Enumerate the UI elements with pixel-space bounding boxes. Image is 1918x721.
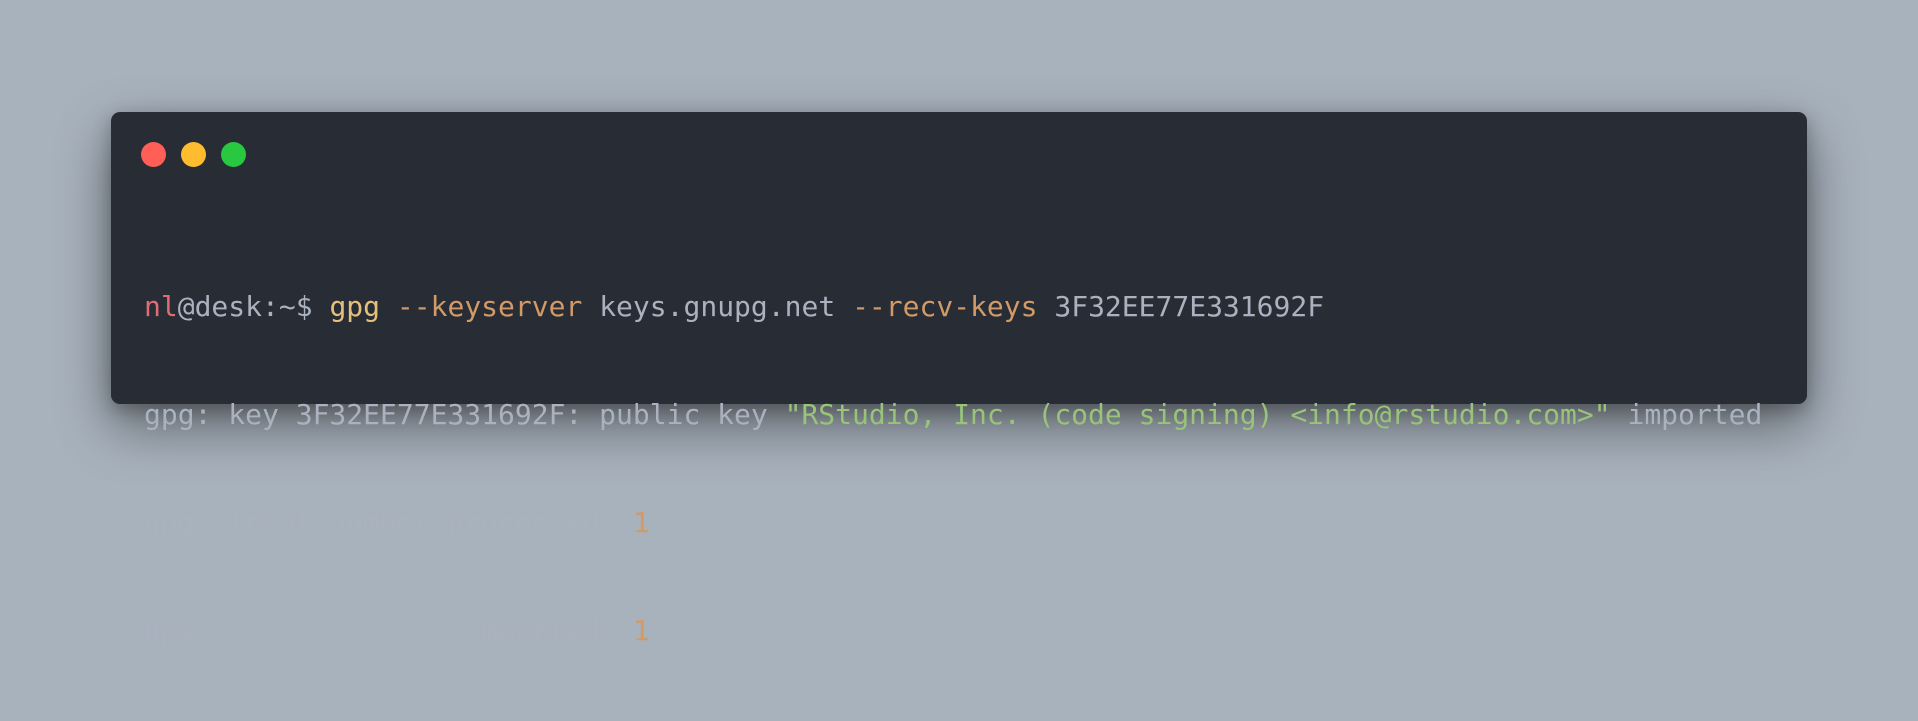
- minimize-button[interactable]: [181, 142, 206, 167]
- command-name: gpg: [329, 290, 381, 323]
- terminal-output[interactable]: nl@desk:~$ gpg --keyserver keys.gnupg.ne…: [144, 217, 1787, 721]
- command-flag-keyserver: --keyserver: [396, 290, 583, 323]
- output-import-suffix: imported: [1610, 398, 1763, 431]
- command-arg-key-id: 3F32EE77E331692F: [1054, 290, 1325, 323]
- terminal-line-imported: gpg: imported: 1: [144, 613, 1787, 649]
- window-controls: [141, 142, 246, 167]
- output-imported-value: 1: [632, 614, 650, 647]
- prompt-path: :~: [262, 290, 296, 323]
- terminal-window: nl@desk:~$ gpg --keyserver keys.gnupg.ne…: [111, 112, 1807, 647]
- terminal-line-total: gpg: Total number processed: 1: [144, 505, 1787, 541]
- output-import-prefix: gpg: key 3F32EE77E331692F: public key: [144, 398, 785, 431]
- close-button[interactable]: [141, 142, 166, 167]
- command-flag-recv-keys: --recv-keys: [852, 290, 1038, 323]
- prompt-user: nl: [144, 290, 178, 323]
- output-imported-label: gpg: imported:: [144, 614, 633, 647]
- output-key-identity: "RStudio, Inc. (code signing) <info@rstu…: [784, 398, 1611, 431]
- output-total-value: 1: [632, 506, 650, 539]
- prompt-symbol: $: [295, 290, 330, 323]
- command-arg-keyserver: keys.gnupg.net: [599, 290, 836, 323]
- output-total-label: gpg: Total number processed:: [144, 506, 633, 539]
- maximize-button[interactable]: [221, 142, 246, 167]
- terminal-line-import: gpg: key 3F32EE77E331692F: public key "R…: [144, 397, 1787, 433]
- terminal-line-command: nl@desk:~$ gpg --keyserver keys.gnupg.ne…: [144, 289, 1787, 325]
- prompt-host: @desk: [177, 290, 263, 323]
